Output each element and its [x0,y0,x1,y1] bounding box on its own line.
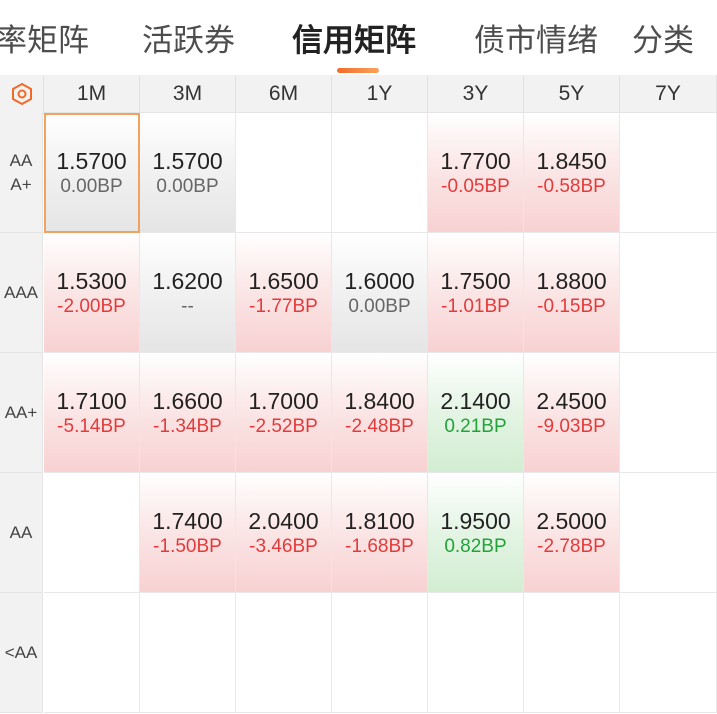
matrix-cell-below-aa-7y[interactable] [620,593,717,713]
yield-value: 1.8450 [536,147,607,174]
yield-value: 2.1400 [440,387,511,414]
yield-change: 0.82BP [444,535,507,557]
matrix-cell-aa-7y[interactable] [620,473,717,593]
yield-value: 1.7100 [56,387,127,414]
yield-value: 1.7000 [248,387,319,414]
yield-change: 0.00BP [60,175,123,197]
yield-change: -5.14BP [57,415,126,437]
matrix-cell-aaa-6m[interactable]: 1.6500 -1.77BP [236,233,332,353]
matrix-cell-aaa-plus-3y[interactable]: 1.7700 -0.05BP [428,113,524,233]
matrix-cell-aaa-5y[interactable]: 1.8800 -0.15BP [524,233,620,353]
column-header-7y[interactable]: 7Y [620,75,717,113]
tab-rate-matrix[interactable]: 率矩阵 [0,20,89,62]
yield-value: 1.5300 [56,267,127,294]
yield-value: 1.6000 [344,267,415,294]
matrix-cell-aa-plus-6m[interactable]: 1.7000 -2.52BP [236,353,332,473]
column-header-3m[interactable]: 3M [140,75,236,113]
matrix-cell-below-aa-5y[interactable] [524,593,620,713]
yield-change: -0.58BP [537,175,606,197]
yield-value: 2.4500 [536,387,607,414]
matrix-cell-below-aa-6m[interactable] [236,593,332,713]
yield-change: -0.05BP [441,175,510,197]
matrix-cell-aa-plus-3y[interactable]: 2.1400 0.21BP [428,353,524,473]
row-header-aa: AA [0,473,43,593]
yield-value: 1.6500 [248,267,319,294]
row-header-aaa-plus: AAA+ [0,113,43,233]
hexagon-settings-icon[interactable] [0,75,44,114]
column-header-3y[interactable]: 3Y [428,75,524,113]
yield-value: 2.5000 [536,507,607,534]
matrix-cell-aa-5y[interactable]: 2.5000 -2.78BP [524,473,620,593]
matrix-cell-aa-3y[interactable]: 1.9500 0.82BP [428,473,524,593]
yield-change: -3.46BP [249,535,318,557]
yield-change: -- [181,295,194,317]
matrix-cell-aa-plus-1m[interactable]: 1.7100 -5.14BP [44,353,140,473]
active-tab-indicator [337,68,379,73]
matrix-cell-aa-6m[interactable]: 2.0400 -3.46BP [236,473,332,593]
matrix-cell-aa-3m[interactable]: 1.7400 -1.50BP [140,473,236,593]
matrix-cell-aa-plus-1y[interactable]: 1.8400 -2.48BP [332,353,428,473]
matrix-cell-below-aa-3m[interactable] [140,593,236,713]
yield-change: -2.00BP [57,295,126,317]
matrix-cell-aaa-plus-1m[interactable]: 1.5700 0.00BP [44,113,140,233]
tab-credit-matrix[interactable]: 信用矩阵 [292,20,416,62]
yield-value: 1.8400 [344,387,415,414]
row-header-aa-plus: AA+ [0,353,43,473]
tab-bond-sentiment[interactable]: 债市情绪 [474,20,598,62]
matrix-cell-below-aa-3y[interactable] [428,593,524,713]
matrix-cell-aa-plus-3m[interactable]: 1.6600 -1.34BP [140,353,236,473]
yield-change: -1.34BP [153,415,222,437]
matrix-cell-aa-plus-7y[interactable] [620,353,717,473]
yield-change: -1.50BP [153,535,222,557]
yield-value: 1.9500 [440,507,511,534]
matrix-cell-aa-1y[interactable]: 1.8100 -1.68BP [332,473,428,593]
column-header-1m[interactable]: 1M [44,75,140,113]
column-header-6m[interactable]: 6M [236,75,332,113]
matrix-cell-aaa-7y[interactable] [620,233,717,353]
column-header-5y[interactable]: 5Y [524,75,620,113]
matrix-cell-aaa-plus-7y[interactable] [620,113,717,233]
yield-change: 0.00BP [348,295,411,317]
yield-change: 0.00BP [156,175,219,197]
yield-value: 1.6600 [152,387,223,414]
row-header-below-aa: <AA [0,593,43,713]
matrix-cell-aaa-3y[interactable]: 1.7500 -1.01BP [428,233,524,353]
yield-value: 1.8100 [344,507,415,534]
matrix-cell-aaa-3m[interactable]: 1.6200 -- [140,233,236,353]
matrix-cell-aaa-1y[interactable]: 1.6000 0.00BP [332,233,428,353]
yield-change: -0.15BP [537,295,606,317]
row-header-aaa: AAA [0,233,43,353]
yield-change: -2.48BP [345,415,414,437]
yield-change: -1.68BP [345,535,414,557]
matrix-cell-below-aa-1y[interactable] [332,593,428,713]
yield-change: -1.01BP [441,295,510,317]
yield-value: 1.7400 [152,507,223,534]
matrix-cell-aaa-1m[interactable]: 1.5300 -2.00BP [44,233,140,353]
yield-change: -2.78BP [537,535,606,557]
yield-value: 1.5700 [56,147,127,174]
yield-change: -9.03BP [537,415,606,437]
yield-change: -2.52BP [249,415,318,437]
yield-value: 1.7500 [440,267,511,294]
matrix-cell-aaa-plus-5y[interactable]: 1.8450 -0.58BP [524,113,620,233]
matrix-cell-aa-plus-5y[interactable]: 2.4500 -9.03BP [524,353,620,473]
tab-bar: 率矩阵 活跃券 信用矩阵 债市情绪 分类 [0,0,717,75]
matrix-cell-below-aa-1m[interactable] [44,593,140,713]
yield-change: -1.77BP [249,295,318,317]
yield-value: 2.0400 [248,507,319,534]
yield-value: 1.6200 [152,267,223,294]
matrix-cell-aaa-plus-6m[interactable] [236,113,332,233]
column-header-1y[interactable]: 1Y [332,75,428,113]
credit-matrix-grid: 1M 3M 6M 1Y 3Y 5Y 7Y AAA+ 1.5700 0.00BP 1.5700 0.00… [0,75,717,714]
yield-change: 0.21BP [444,415,507,437]
yield-value: 1.8800 [536,267,607,294]
tab-category[interactable]: 分类 [632,20,694,62]
tab-active-bonds[interactable]: 活跃券 [142,20,235,62]
yield-value: 1.5700 [152,147,223,174]
matrix-cell-aaa-plus-3m[interactable]: 1.5700 0.00BP [140,113,236,233]
yield-value: 1.7700 [440,147,511,174]
matrix-cell-aa-1m[interactable] [44,473,140,593]
matrix-cell-aaa-plus-1y[interactable] [332,113,428,233]
